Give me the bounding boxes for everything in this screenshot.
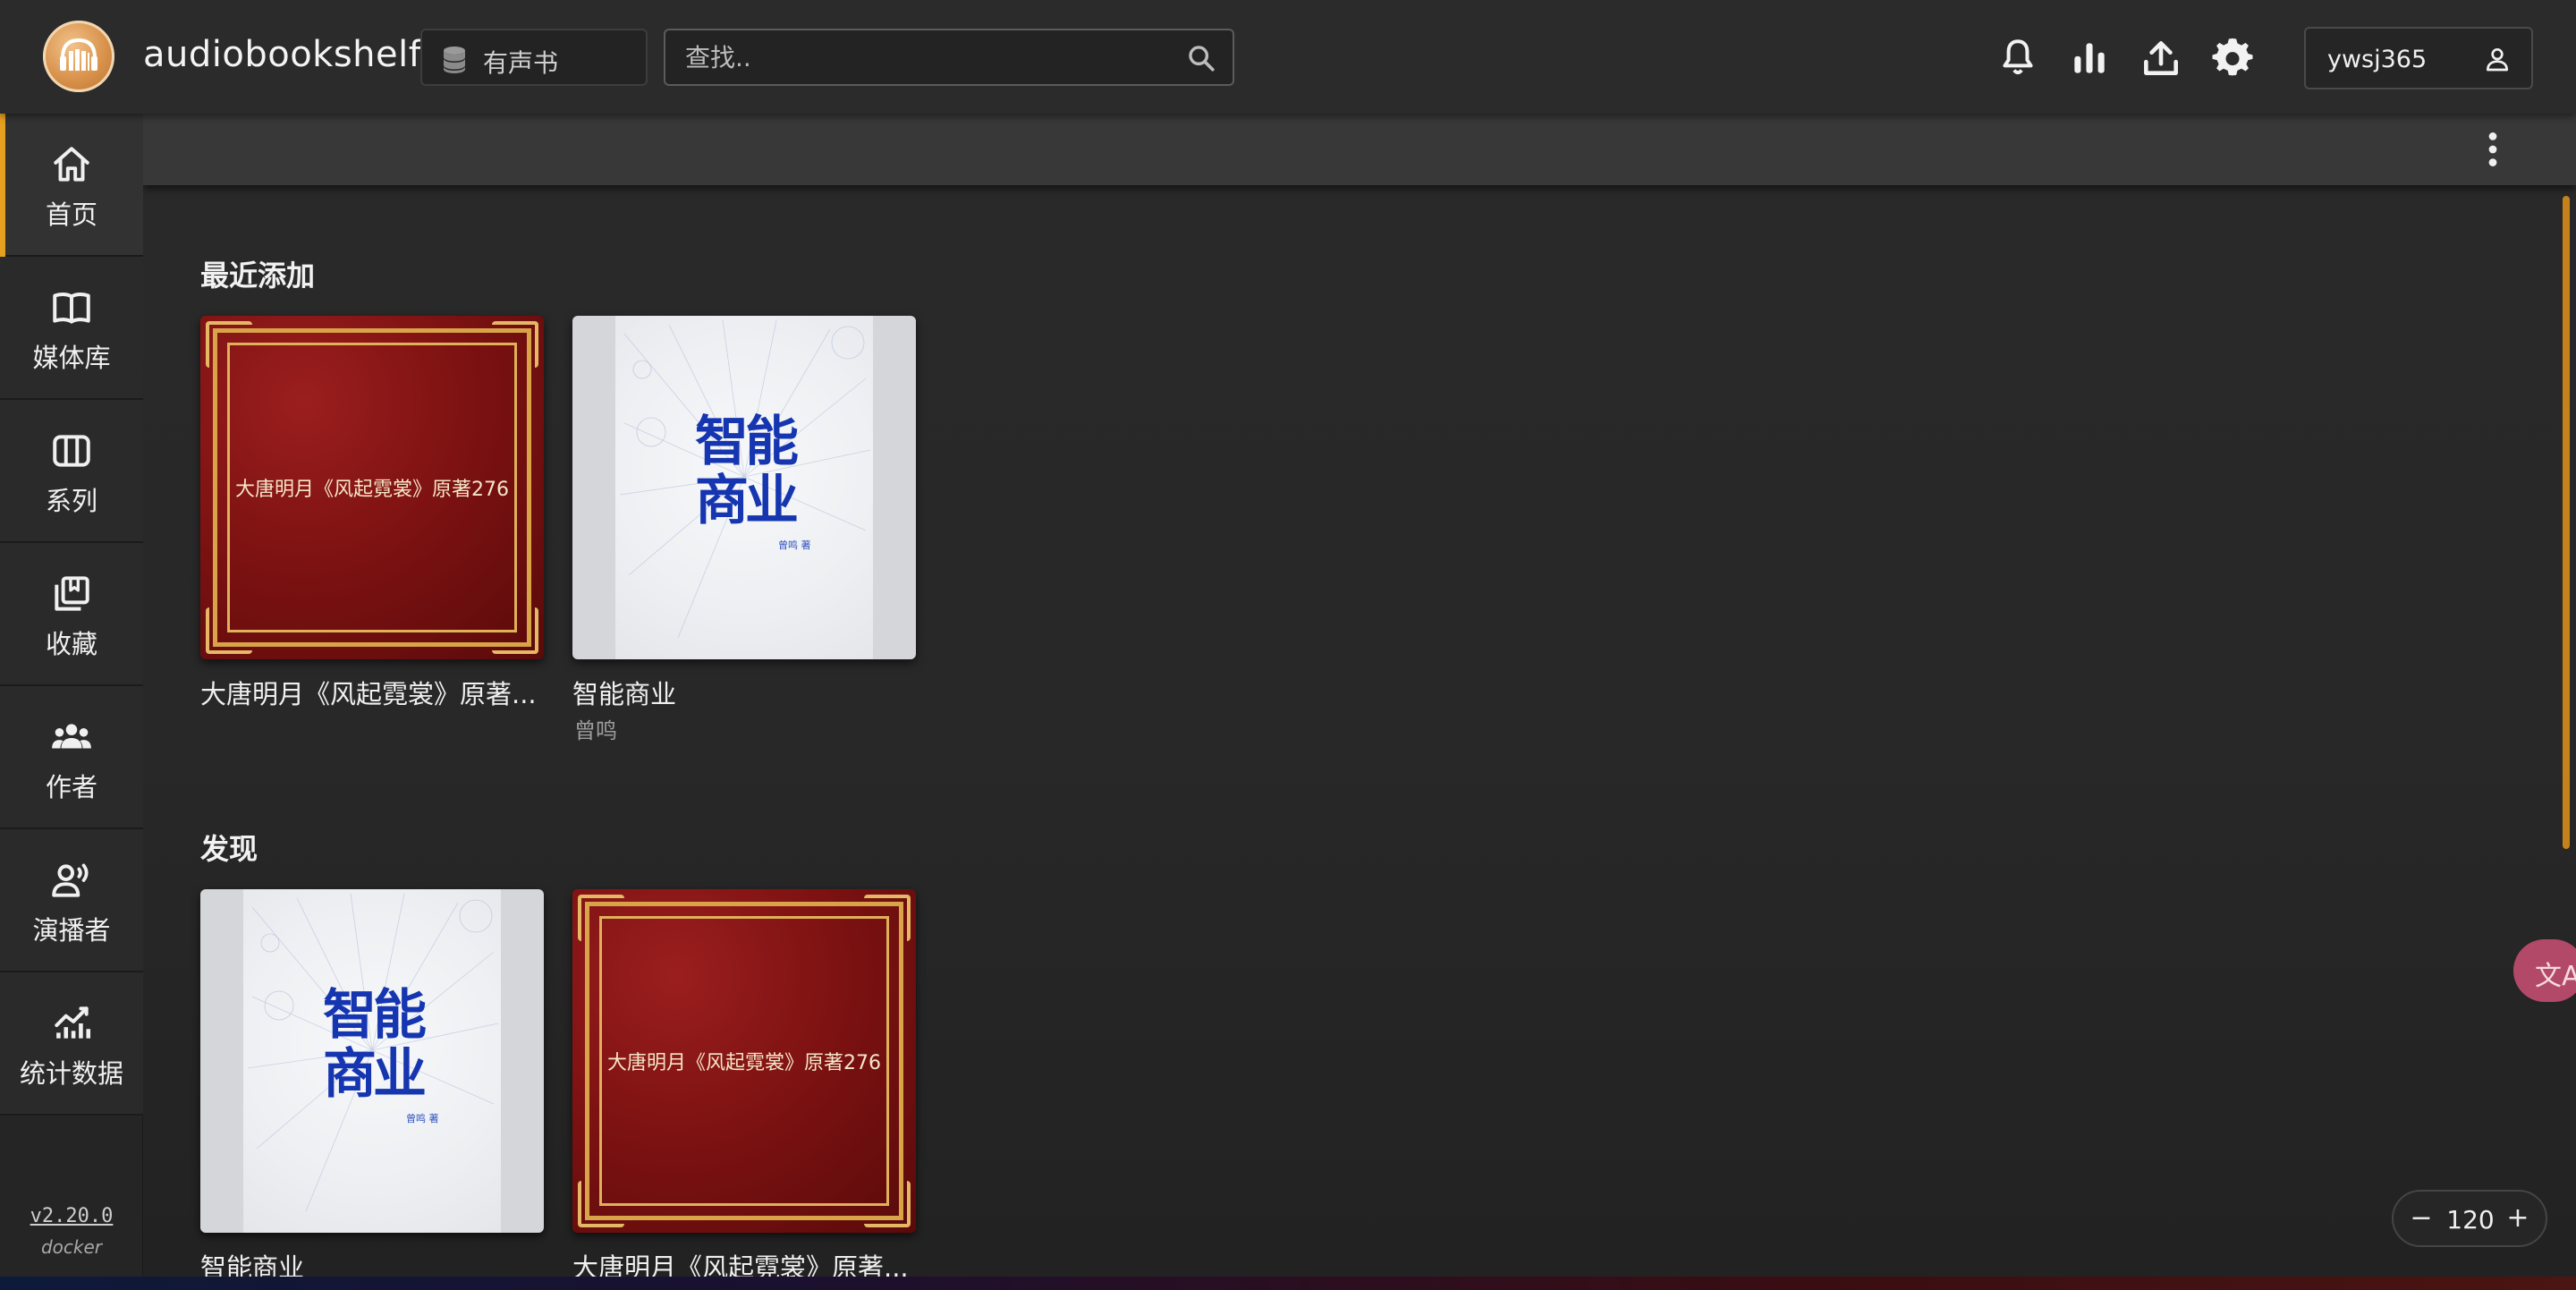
library-select[interactable]: 有声书 — [420, 29, 648, 86]
sidebar-item-narrators[interactable]: 演播者 — [0, 829, 143, 972]
cover-title: 大唐明月《风起霓裳》原著276 — [235, 479, 509, 501]
book-title[interactable]: 智能商业 — [572, 674, 916, 711]
scrollbar-thumb[interactable] — [2563, 196, 2570, 849]
people-icon — [52, 724, 91, 749]
cover-title: 智能商业 — [323, 984, 427, 1106]
version-info: v2.20.0 docker — [0, 1205, 143, 1258]
shelf-title: 发现 — [200, 832, 258, 866]
book-cover[interactable]: 智能商业 曾鸣 著 — [200, 889, 544, 1233]
book-open-icon — [53, 293, 90, 324]
settings-icon[interactable] — [2210, 36, 2255, 81]
user-menu-button[interactable]: ywsj365 — [2304, 27, 2533, 89]
zoom-out-button[interactable]: − — [2408, 1202, 2435, 1234]
book-cover[interactable]: 大唐明月《风起霓裳》原著276 — [200, 316, 544, 659]
cover-author: 曾鸣 著 — [406, 1113, 439, 1125]
sidebar-item-label: 首页 — [45, 199, 97, 230]
zoom-in-button[interactable]: + — [2504, 1202, 2531, 1234]
sidebar-item-label: 收藏 — [45, 629, 97, 659]
username: ywsj365 — [2327, 46, 2428, 73]
shelf-title: 最近添加 — [200, 259, 316, 293]
headphones-books-icon — [60, 38, 97, 71]
narrator-icon — [52, 863, 89, 897]
sidebar-item-collections[interactable]: 收藏 — [0, 543, 143, 686]
sidebar-item-label: 作者 — [45, 772, 97, 802]
sidebar-item-series[interactable]: 系列 — [0, 400, 143, 543]
sidebar-item-label: 媒体库 — [32, 343, 111, 373]
sidebar-item-authors[interactable]: 作者 — [0, 686, 143, 829]
home-icon — [54, 147, 89, 182]
sidebar-item-stats[interactable]: 统计数据 — [0, 972, 143, 1116]
translate-button[interactable]: 文A — [2513, 939, 2576, 1002]
search-box[interactable] — [664, 29, 1234, 86]
app-logo[interactable] — [43, 21, 114, 92]
chart-icon — [55, 1006, 91, 1039]
app-root: audiobookshelf 有声书 查找.. ywsj365 首页 媒体库 系… — [0, 0, 2576, 1290]
desktop-background-strip — [0, 1277, 2576, 1290]
book-title[interactable]: 智能商业 — [200, 1247, 544, 1277]
sidebar-item-library[interactable]: 媒体库 — [0, 257, 143, 400]
top-bar: audiobookshelf 有声书 查找.. ywsj365 — [0, 0, 2576, 114]
collection-icon — [55, 576, 89, 611]
platform-label: docker — [40, 1236, 103, 1258]
stats-icon[interactable] — [2067, 36, 2112, 81]
search-input[interactable] — [685, 38, 1168, 77]
sidebar-item-label: 演播者 — [32, 915, 111, 946]
sidebar-item-label: 系列 — [45, 486, 97, 516]
cover-title: 大唐明月《风起霓裳》原著276 — [607, 1052, 881, 1074]
upload-icon[interactable] — [2139, 36, 2183, 81]
library-label: 有声书 — [483, 48, 559, 78]
version-link[interactable]: v2.20.0 — [0, 1205, 143, 1227]
columns-icon — [53, 435, 90, 467]
app-title[interactable]: audiobookshelf — [143, 34, 421, 75]
book-cover[interactable]: 大唐明月《风起霓裳》原著276 — [572, 889, 916, 1233]
cover-size-control: − 120 + — [2392, 1190, 2547, 1247]
bookshelf-content: 最近添加 大唐明月《风起霓裳》原著276 大唐明月《风起霓裳》原著... 智能商… — [143, 185, 2576, 1277]
zoom-value: 120 — [2446, 1205, 2495, 1235]
search-icon[interactable] — [1186, 43, 1216, 73]
book-title[interactable]: 大唐明月《风起霓裳》原著... — [200, 674, 544, 711]
more-vertical-icon[interactable] — [2470, 127, 2515, 172]
cover-title: 智能商业 — [695, 411, 799, 532]
library-toolbar — [143, 114, 2576, 185]
bell-icon[interactable] — [1996, 36, 2040, 81]
scrollbar[interactable] — [2560, 185, 2572, 1277]
book-title[interactable]: 大唐明月《风起霓裳》原著... — [572, 1247, 916, 1277]
user-icon — [2487, 48, 2508, 72]
book-cover[interactable]: 智能商业 曾鸣 著 — [572, 316, 916, 659]
sidebar-item-label: 统计数据 — [19, 1058, 123, 1089]
cover-author: 曾鸣 著 — [778, 539, 811, 551]
book-author[interactable]: 曾鸣 — [574, 713, 617, 744]
database-icon — [444, 47, 465, 73]
sidebar: 首页 媒体库 系列 收藏 作者 演播者 统计数据 v2.20.0 docker — [0, 114, 143, 1277]
sidebar-item-home[interactable]: 首页 — [0, 114, 143, 257]
translate-icon: 文A — [2535, 961, 2576, 992]
